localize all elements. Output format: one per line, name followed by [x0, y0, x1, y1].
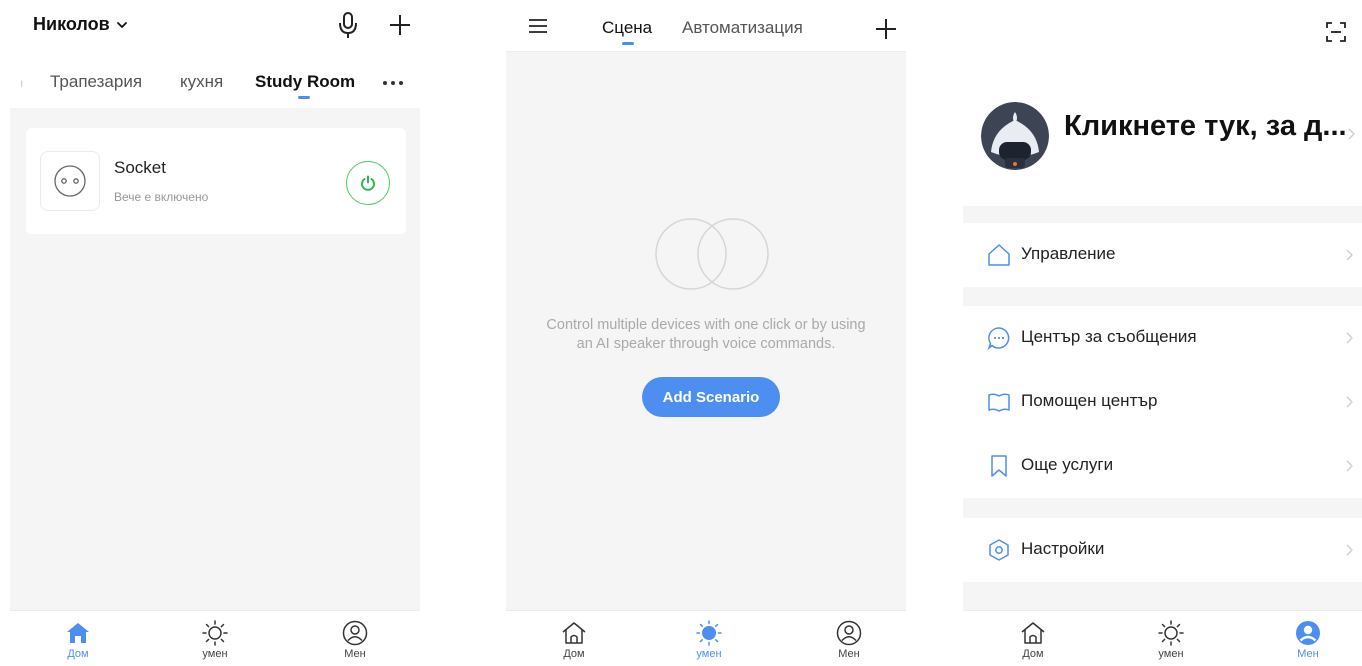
- sun-icon: [696, 620, 722, 646]
- tab-smart[interactable]: умен: [175, 611, 255, 666]
- profile-icon: [836, 620, 862, 646]
- bookmark-icon: [991, 455, 1007, 477]
- room-tab-study[interactable]: Study Room: [255, 72, 355, 92]
- tab-scene[interactable]: Сцена: [602, 18, 652, 38]
- tab-me[interactable]: Мен: [1268, 611, 1348, 666]
- profile-icon: [1296, 621, 1320, 645]
- menu-item-settings[interactable]: Настройки: [963, 518, 1362, 582]
- chevron-right-icon: [1346, 544, 1353, 556]
- scene-header: Сцена Автоматизация: [506, 0, 906, 52]
- menu-item-label: Помощен център: [1021, 391, 1158, 410]
- tab-label: Мен: [838, 648, 860, 660]
- empty-text-line-2: an AI speaker through voice commands.: [576, 336, 836, 352]
- chevron-right-icon: [1346, 396, 1353, 408]
- tab-home[interactable]: Дом: [993, 611, 1073, 666]
- menu-item-more-services[interactable]: Още услуги: [963, 434, 1362, 498]
- active-room-indicator: [298, 96, 310, 99]
- tab-label: Мен: [1297, 648, 1319, 660]
- me-screen: Кликнете тук, за д... Управление Център …: [963, 0, 1362, 666]
- tab-home[interactable]: Дом: [534, 611, 614, 666]
- power-button[interactable]: [346, 161, 390, 205]
- home-selector[interactable]: Николов: [33, 14, 128, 35]
- chevron-down-icon: [116, 21, 127, 28]
- chevron-right-icon: [1348, 128, 1355, 140]
- chevron-right-icon: [1346, 460, 1353, 472]
- tab-label: умен: [202, 648, 228, 660]
- scan-icon[interactable]: [1325, 21, 1347, 43]
- device-status: Вече е включено: [114, 190, 209, 204]
- menu-item-label: Още услуги: [1021, 455, 1114, 474]
- room-tab-dining[interactable]: Трапезария: [50, 72, 142, 92]
- add-scenario-button[interactable]: Add Scenario: [642, 377, 780, 417]
- device-name: Socket: [114, 158, 166, 177]
- sun-icon: [1158, 620, 1184, 646]
- add-device-icon[interactable]: [388, 13, 412, 37]
- avatar[interactable]: [981, 102, 1049, 170]
- device-card-socket[interactable]: Socket Вече е включено: [26, 128, 406, 234]
- home-outline-icon: [1021, 622, 1045, 644]
- message-icon: [987, 327, 1010, 350]
- tab-me[interactable]: Мен: [315, 611, 395, 666]
- menu-item-label: Управление: [1021, 244, 1116, 263]
- home-name: Николов: [33, 14, 110, 34]
- book-icon: [988, 393, 1010, 412]
- chevron-right-icon: [1346, 332, 1353, 344]
- room-scroll-hint: ı: [20, 76, 24, 90]
- room-tab-kitchen[interactable]: кухня: [180, 72, 223, 92]
- tab-automation[interactable]: Автоматизация: [682, 18, 803, 38]
- menu-item-messages[interactable]: Център за съобщения: [963, 306, 1362, 370]
- menu-item-help[interactable]: Помощен център: [963, 370, 1362, 434]
- more-icon[interactable]: [382, 80, 404, 86]
- menu-item-label: Център за съобщения: [1021, 327, 1197, 346]
- tab-smart[interactable]: умен: [1131, 611, 1211, 666]
- tab-label: Мен: [344, 648, 366, 660]
- bottom-tab-bar: Дом умен Мен: [10, 610, 420, 666]
- bottom-tab-bar: Дом умен Мен: [506, 610, 906, 666]
- tab-home[interactable]: Дом: [38, 611, 118, 666]
- empty-scene-illustration-icon: [655, 218, 769, 290]
- tab-label: Дом: [1022, 648, 1044, 660]
- home-outline-icon: [562, 622, 586, 644]
- empty-text-line-1: Control multiple devices with one click …: [546, 317, 866, 333]
- active-tab-indicator: [622, 42, 634, 45]
- microphone-icon[interactable]: [337, 10, 359, 40]
- room-tabs: ı Трапезария кухня Study Room: [10, 70, 420, 99]
- tab-label: умен: [1158, 648, 1184, 660]
- power-icon: [361, 175, 375, 191]
- menu-item-label: Настройки: [1021, 539, 1105, 558]
- menu-item-management[interactable]: Управление: [963, 223, 1362, 287]
- me-header: [963, 0, 1362, 66]
- profile-icon: [342, 620, 368, 646]
- bottom-tab-bar: Дом умен Мен: [963, 610, 1362, 666]
- home-icon: [67, 623, 89, 643]
- empty-scene-description: Control multiple devices with one click …: [506, 316, 906, 354]
- profile-section[interactable]: Кликнете тук, за д...: [963, 66, 1362, 206]
- tab-label: Дом: [563, 648, 585, 660]
- house-outline-icon: [988, 244, 1010, 266]
- sun-icon: [202, 620, 228, 646]
- socket-icon: [40, 151, 100, 211]
- menu-icon[interactable]: [528, 18, 548, 34]
- chevron-right-icon: [1346, 249, 1353, 261]
- home-screen: Николов ı Трапезария кухня Study Room So…: [10, 0, 420, 666]
- tab-me[interactable]: Мен: [809, 611, 889, 666]
- profile-name: Кликнете тук, за д...: [1064, 110, 1347, 142]
- tab-label: Дом: [67, 648, 89, 660]
- tab-label: умен: [696, 648, 722, 660]
- settings-hex-icon: [989, 539, 1009, 561]
- tab-smart[interactable]: умен: [669, 611, 749, 666]
- add-scene-icon[interactable]: [874, 17, 898, 41]
- scene-screen: Сцена Автоматизация Control multiple dev…: [506, 0, 906, 666]
- home-header: Николов ı Трапезария кухня Study Room: [10, 0, 420, 108]
